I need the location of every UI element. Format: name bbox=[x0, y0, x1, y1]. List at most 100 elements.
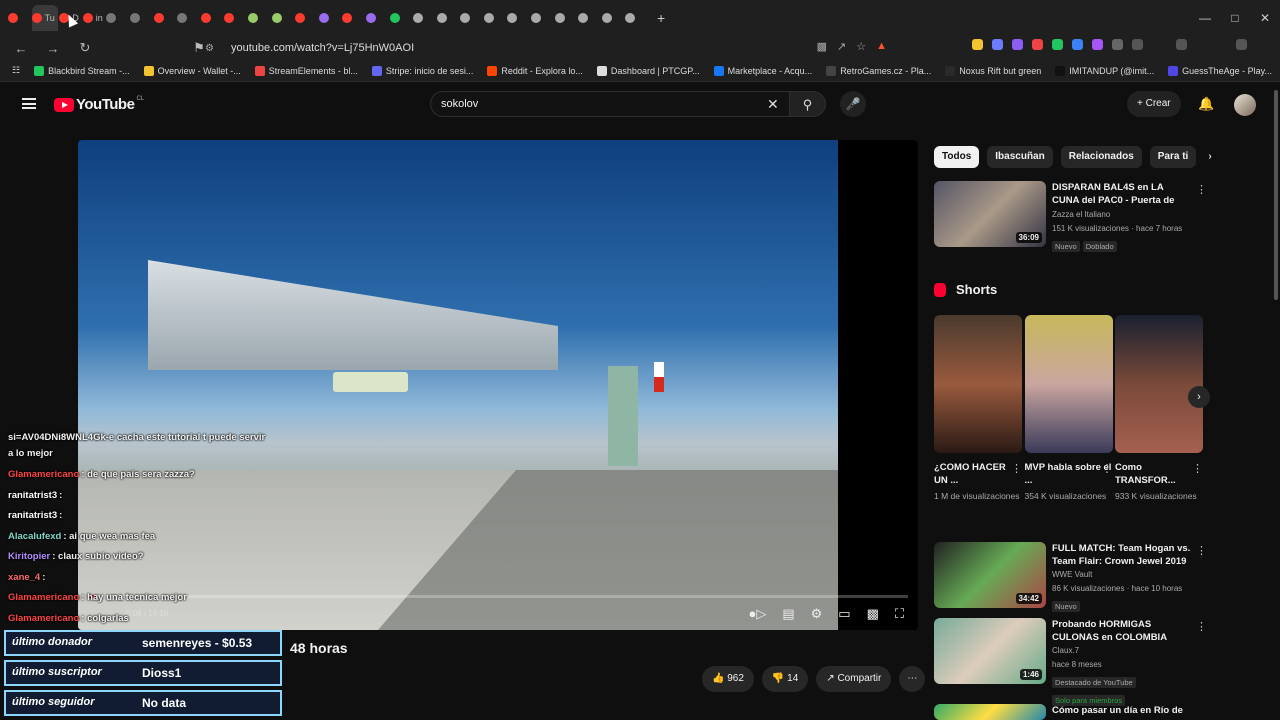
video-title[interactable]: DISPARAN BAL4S en LA CUNA del PAC0 - Pue… bbox=[1052, 181, 1192, 208]
short-video[interactable]: MVP habla sobre el ... 354 K visualizacio… bbox=[1024, 315, 1113, 503]
browser-tab[interactable] bbox=[224, 5, 246, 31]
bookmark-item[interactable]: RetroGames.cz - Pla... bbox=[826, 65, 931, 76]
browser-tab[interactable] bbox=[8, 5, 30, 31]
browser-tab[interactable] bbox=[531, 5, 553, 31]
more-options-icon[interactable]: ⋮ bbox=[1011, 462, 1022, 475]
browser-tab[interactable] bbox=[342, 5, 364, 31]
search-button[interactable]: ⚲ bbox=[790, 91, 826, 117]
extension-icon[interactable] bbox=[1032, 39, 1043, 50]
maximize-icon[interactable]: □ bbox=[1220, 11, 1250, 25]
bookmark-item[interactable]: Blackbird Stream -... bbox=[34, 65, 130, 76]
new-tab-button[interactable]: + bbox=[657, 10, 671, 26]
video-title[interactable]: FULL MATCH: Team Hogan vs. Team Flair: C… bbox=[1052, 542, 1192, 568]
browser-tab[interactable] bbox=[578, 5, 600, 31]
browser-tab[interactable] bbox=[483, 5, 506, 31]
browser-tab[interactable] bbox=[554, 5, 577, 31]
brave-shield-icon[interactable]: ▲ bbox=[876, 40, 887, 53]
more-options-icon[interactable]: ⋮ bbox=[1192, 462, 1203, 475]
more-options-icon[interactable]: ⋮ bbox=[1196, 544, 1207, 557]
star-icon[interactable]: ☆ bbox=[856, 40, 866, 53]
browser-tab[interactable] bbox=[129, 5, 152, 31]
short-thumbnail[interactable] bbox=[1024, 315, 1113, 453]
filter-chip[interactable]: Ibascuñan bbox=[987, 146, 1053, 168]
short-title[interactable]: MVP habla sobre el ... bbox=[1025, 461, 1113, 487]
share-icon[interactable]: ↗ bbox=[837, 40, 846, 53]
short-video[interactable]: ¿COMO HACER UN ... 1 M de visualizaciones… bbox=[934, 315, 1022, 503]
browser-tab[interactable] bbox=[106, 5, 128, 31]
media-icon[interactable] bbox=[1176, 39, 1187, 50]
more-actions-button[interactable]: ⋯ bbox=[899, 666, 926, 692]
like-button[interactable]: 👍 962 bbox=[702, 666, 754, 692]
page-scrollbar[interactable] bbox=[1274, 90, 1278, 300]
fullscreen-icon[interactable]: ⛶ bbox=[895, 606, 904, 622]
dislike-button[interactable]: 👎 14 bbox=[761, 666, 809, 692]
create-button[interactable]: + Crear bbox=[1127, 91, 1181, 117]
search-input[interactable]: sokolov bbox=[430, 91, 790, 117]
filter-chip[interactable]: Relacionados bbox=[1060, 146, 1142, 168]
video-thumbnail[interactable]: 1:46 bbox=[934, 618, 1046, 684]
short-thumbnail[interactable] bbox=[934, 315, 1022, 453]
browser-tab[interactable] bbox=[271, 5, 294, 31]
bookmark-item[interactable]: IMITANDUP (@imit... bbox=[1055, 65, 1154, 76]
hamburger-menu-icon[interactable] bbox=[22, 98, 36, 109]
browser-tab[interactable] bbox=[460, 5, 482, 31]
short-video[interactable]: Como TRANSFOR... 933 K visualizaciones ⋮ bbox=[1115, 315, 1203, 503]
clear-search-icon[interactable]: ✕ bbox=[767, 96, 779, 113]
cast-icon[interactable]: ▩ bbox=[817, 40, 827, 53]
close-icon[interactable]: ✕ bbox=[1250, 11, 1280, 25]
browser-tab[interactable] bbox=[389, 5, 412, 31]
browser-tab[interactable] bbox=[365, 5, 388, 31]
channel-name[interactable]: WWE Vault bbox=[1052, 568, 1192, 582]
video-thumbnail[interactable] bbox=[934, 704, 1046, 720]
channel-name[interactable]: Zazza el Italiano bbox=[1052, 208, 1192, 222]
bookmark-item[interactable]: Marketplace - Acqu... bbox=[713, 65, 812, 76]
more-options-icon[interactable]: ⋮ bbox=[1102, 462, 1113, 475]
short-thumbnail[interactable] bbox=[1115, 315, 1203, 453]
browser-tab[interactable] bbox=[507, 5, 529, 31]
browser-tab[interactable] bbox=[177, 5, 199, 31]
browser-tab[interactable] bbox=[153, 5, 176, 31]
video-thumbnail[interactable]: 36:09 bbox=[934, 181, 1046, 247]
apps-grid-icon[interactable]: ☷ bbox=[12, 65, 20, 76]
account-avatar[interactable] bbox=[1234, 94, 1256, 116]
extension-icon[interactable] bbox=[1092, 39, 1103, 50]
browser-tab[interactable] bbox=[200, 5, 223, 31]
more-options-icon[interactable]: ⋮ bbox=[1196, 183, 1207, 196]
browser-tab[interactable] bbox=[601, 5, 624, 31]
channel-name[interactable]: Claux.7 bbox=[1052, 644, 1192, 658]
browser-tab[interactable] bbox=[413, 5, 435, 31]
share-button[interactable]: ↗ Compartir bbox=[816, 666, 892, 692]
extension-icon[interactable] bbox=[972, 39, 983, 50]
short-title[interactable]: ¿COMO HACER UN ... bbox=[934, 461, 1022, 487]
cast-icon[interactable]: ▩ bbox=[867, 606, 879, 622]
bookmark-item[interactable]: Stripe: inicio de sesi... bbox=[371, 65, 473, 76]
extension-icon[interactable] bbox=[1012, 39, 1023, 50]
forward-icon[interactable]: → bbox=[42, 41, 64, 56]
filter-chip[interactable]: Para ti bbox=[1149, 146, 1197, 168]
browser-tab[interactable] bbox=[436, 5, 459, 31]
short-title[interactable]: Como TRANSFOR... bbox=[1115, 461, 1203, 487]
browser-tab[interactable] bbox=[247, 5, 270, 31]
bookmark-item[interactable]: Overview - Wallet -... bbox=[143, 65, 241, 76]
browser-tab[interactable]: Tu bbox=[31, 5, 58, 31]
reload-icon[interactable]: ↻ bbox=[74, 40, 96, 56]
notifications-bell-icon[interactable]: 🔔 bbox=[1198, 96, 1214, 112]
menu-icon[interactable] bbox=[1236, 39, 1247, 50]
minimize-icon[interactable]: — bbox=[1190, 11, 1220, 25]
bookmark-item[interactable]: Reddit - Explora lo... bbox=[487, 65, 583, 76]
video-title[interactable]: Probando HORMIGAS CULONAS en COLOMBIA bbox=[1052, 618, 1192, 644]
bookmark-item[interactable]: Dashboard | PTCGP... bbox=[596, 65, 700, 76]
filter-chip[interactable]: Todos bbox=[934, 146, 980, 168]
address-bar[interactable]: ⚙ youtube.com/watch?v=Lj75HnW0AOI ▩ ↗ ☆ … bbox=[205, 38, 895, 58]
bookmark-item[interactable]: StreamElements - bl... bbox=[254, 65, 358, 76]
shorts-next-button[interactable]: › bbox=[1188, 386, 1210, 408]
sidebar-icon[interactable] bbox=[1132, 39, 1143, 50]
more-options-icon[interactable]: ⋮ bbox=[1196, 620, 1207, 633]
site-info-icon[interactable]: ⚙ bbox=[205, 43, 219, 54]
puzzle-icon[interactable] bbox=[1112, 39, 1123, 50]
youtube-logo[interactable]: YouTube CL bbox=[54, 96, 144, 113]
back-icon[interactable]: ← bbox=[10, 41, 32, 56]
extension-icon[interactable] bbox=[1072, 39, 1083, 50]
extension-icon[interactable] bbox=[1052, 39, 1063, 50]
settings-gear-icon[interactable]: ⚙ bbox=[811, 606, 823, 622]
